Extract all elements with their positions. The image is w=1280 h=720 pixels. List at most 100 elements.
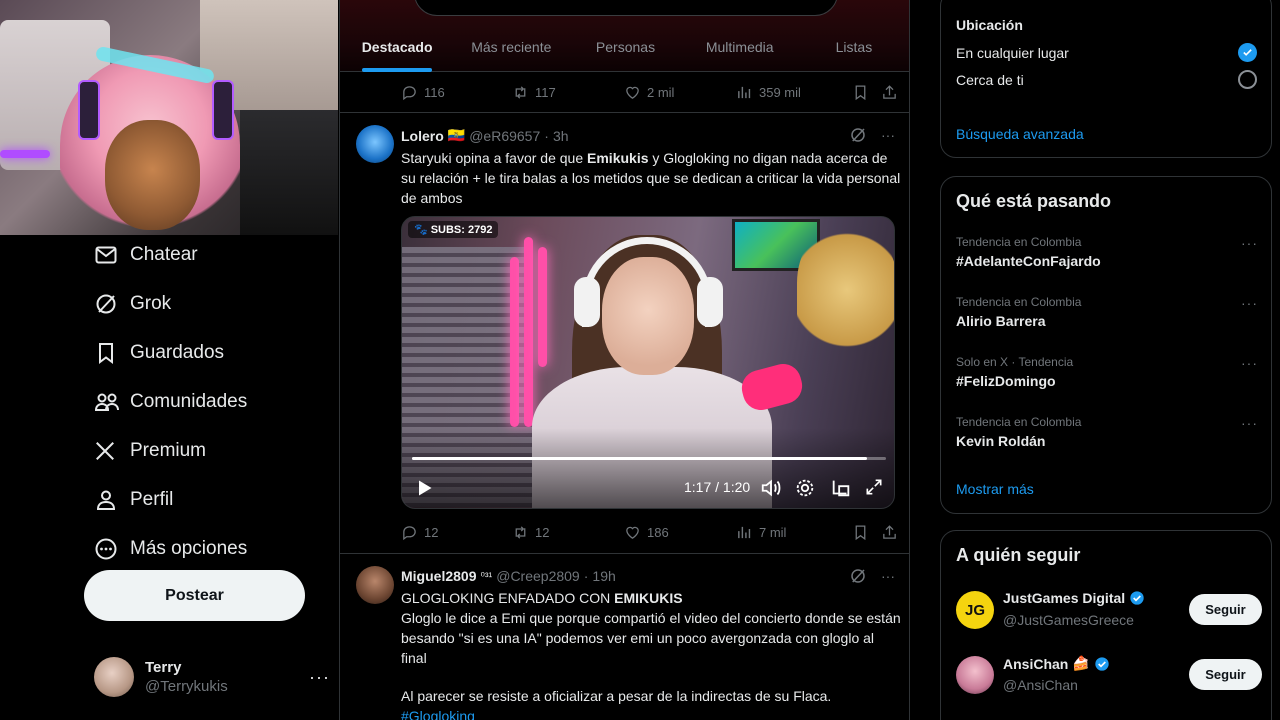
trend-item[interactable]: Tendencia en Colombia Alirio Barrera ···	[956, 295, 1258, 329]
more-icon[interactable]: ···	[1241, 235, 1258, 251]
search-input[interactable]	[414, 0, 838, 16]
nav-label: Más opciones	[130, 537, 248, 559]
author-name[interactable]: Miguel2809	[401, 568, 476, 584]
search-header: Destacado Más reciente Personas Multimed…	[340, 0, 909, 72]
follow-button[interactable]: Seguir	[1189, 594, 1262, 625]
tweet[interactable]: Lolero 🇪🇨 @eR69657 · 3h ··· Staryuki opi…	[340, 113, 909, 553]
radio-checked-icon[interactable]	[1238, 43, 1257, 62]
nav-item-premium[interactable]: Premium	[84, 426, 334, 475]
more-icon[interactable]: ···	[1241, 355, 1258, 371]
webcam-overlay	[0, 0, 338, 235]
timestamp[interactable]: 3h	[553, 128, 569, 144]
nav-item-mas-opciones[interactable]: Más opciones	[84, 524, 334, 573]
right-sidebar: Ubicación En cualquier lugar Cerca de ti…	[910, 0, 1280, 720]
account-name: Terry	[145, 659, 182, 676]
trend-item[interactable]: Solo en X · Tendencia #FelizDomingo ···	[956, 355, 1258, 389]
trend-item[interactable]: Tendencia en Colombia Kevin Roldán ···	[956, 415, 1258, 449]
envelope-icon	[84, 240, 130, 270]
author-handle[interactable]: @Creep2809	[496, 568, 580, 584]
more-icon[interactable]: ···	[881, 127, 895, 143]
grok-icon[interactable]	[849, 126, 867, 144]
tab-destacado[interactable]: Destacado	[340, 28, 454, 72]
author-handle[interactable]: @eR69657	[469, 128, 540, 144]
tweet[interactable]: Miguel2809 ⁰³¹ @Creep2809 · 19h ··· GLOG…	[340, 554, 909, 720]
advanced-search-link[interactable]: Búsqueda avanzada	[956, 126, 1084, 142]
timestamp[interactable]: 19h	[592, 568, 615, 584]
bookmark-icon	[855, 84, 866, 100]
location-filter-card: Ubicación En cualquier lugar Cerca de ti…	[940, 0, 1272, 158]
more-circle-icon	[84, 534, 130, 564]
author-name[interactable]: Lolero	[401, 128, 444, 144]
more-icon[interactable]: ···	[881, 568, 895, 584]
picture-in-picture-icon[interactable]	[830, 477, 852, 499]
avatar[interactable]	[356, 125, 394, 163]
more-icon[interactable]: ···	[1241, 295, 1258, 311]
volume-icon[interactable]	[760, 477, 782, 499]
views-button[interactable]: 7 mil	[736, 524, 852, 541]
like-button[interactable]: 2 mil	[624, 84, 736, 101]
fullscreen-icon[interactable]	[864, 477, 884, 497]
tab-mas-reciente[interactable]: Más reciente	[454, 28, 568, 72]
tab-listas[interactable]: Listas	[797, 28, 909, 72]
settings-gear-icon[interactable]	[794, 477, 816, 499]
video-player[interactable]: 🐾 SUBS: 2792 1:17 / 1:20	[401, 216, 895, 509]
location-option-nearby[interactable]: Cerca de ti	[956, 72, 1024, 88]
nav-label: Perfil	[130, 488, 174, 510]
reply-icon	[403, 525, 416, 540]
tweet-actions: 12 12 186 7 mil	[401, 522, 901, 542]
views-button[interactable]: 359 mil	[736, 84, 852, 101]
radio-unchecked-icon[interactable]	[1238, 70, 1257, 89]
bookmark-icon	[84, 338, 130, 368]
nav-item-grok[interactable]: Grok	[84, 279, 334, 328]
share-button[interactable]	[881, 524, 898, 541]
reply-button[interactable]: 116	[401, 84, 512, 101]
trends-title: Qué está pasando	[956, 191, 1112, 211]
reply-icon	[403, 85, 416, 100]
tab-multimedia[interactable]: Multimedia	[683, 28, 797, 72]
nav-label: Grok	[130, 292, 172, 314]
author-badge: ⁰³¹	[480, 570, 493, 583]
nav-label: Chatear	[130, 243, 198, 265]
heart-icon	[626, 86, 639, 99]
post-button[interactable]: Postear	[84, 570, 305, 621]
nav-item-chatear[interactable]: Chatear	[84, 230, 334, 279]
bookmark-button[interactable]	[852, 84, 881, 101]
main-nav: Chatear Grok Guardados Comunidades Premi…	[84, 230, 334, 573]
bookmark-button[interactable]	[852, 524, 881, 541]
repost-button[interactable]: 117	[512, 84, 624, 101]
trend-item[interactable]: Tendencia en Colombia #AdelanteConFajard…	[956, 235, 1258, 269]
timeline: Destacado Más reciente Personas Multimed…	[339, 0, 910, 720]
nav-item-guardados[interactable]: Guardados	[84, 328, 334, 377]
show-more-link[interactable]: Mostrar más	[956, 481, 1034, 497]
avatar	[94, 657, 134, 697]
avatar[interactable]	[956, 656, 994, 694]
follow-button[interactable]: Seguir	[1189, 659, 1262, 690]
grok-icon[interactable]	[849, 567, 867, 585]
verified-badge-icon	[1095, 656, 1109, 671]
more-icon[interactable]: ···	[1241, 415, 1258, 431]
tweet-header: Miguel2809 ⁰³¹ @Creep2809 · 19h	[401, 568, 616, 584]
nav-item-comunidades[interactable]: Comunidades	[84, 377, 334, 426]
hashtag-link[interactable]: #Glogloking	[401, 706, 901, 720]
nav-item-perfil[interactable]: Perfil	[84, 475, 334, 524]
account-switcher[interactable]: Terry @Terrykukis ···	[94, 652, 330, 702]
play-icon[interactable]	[414, 478, 434, 498]
avatar[interactable]	[356, 566, 394, 604]
avatar[interactable]: JG	[956, 591, 994, 629]
tweet-text: GLOGLOKING ENFADADO CON EMIKUKIS Gloglo …	[401, 588, 901, 720]
people-icon	[84, 387, 130, 417]
follow-suggestion[interactable]: AnsiChan 🍰 @AnsiChan Seguir	[956, 653, 1262, 699]
heart-icon	[626, 526, 639, 539]
grok-icon	[84, 289, 130, 319]
more-icon[interactable]: ···	[309, 667, 330, 688]
like-button[interactable]: 186	[624, 524, 736, 541]
tab-personas[interactable]: Personas	[568, 28, 682, 72]
follow-suggestion[interactable]: JG JustGames Digital @JustGamesGreece Se…	[956, 588, 1262, 634]
repost-button[interactable]: 12	[512, 524, 624, 541]
subs-overlay: 🐾 SUBS: 2792	[408, 221, 499, 238]
reply-button[interactable]: 12	[401, 524, 512, 541]
share-button[interactable]	[881, 84, 898, 101]
video-progress[interactable]	[412, 457, 886, 460]
location-option-anywhere[interactable]: En cualquier lugar	[956, 45, 1069, 61]
x-logo-icon	[84, 436, 130, 466]
